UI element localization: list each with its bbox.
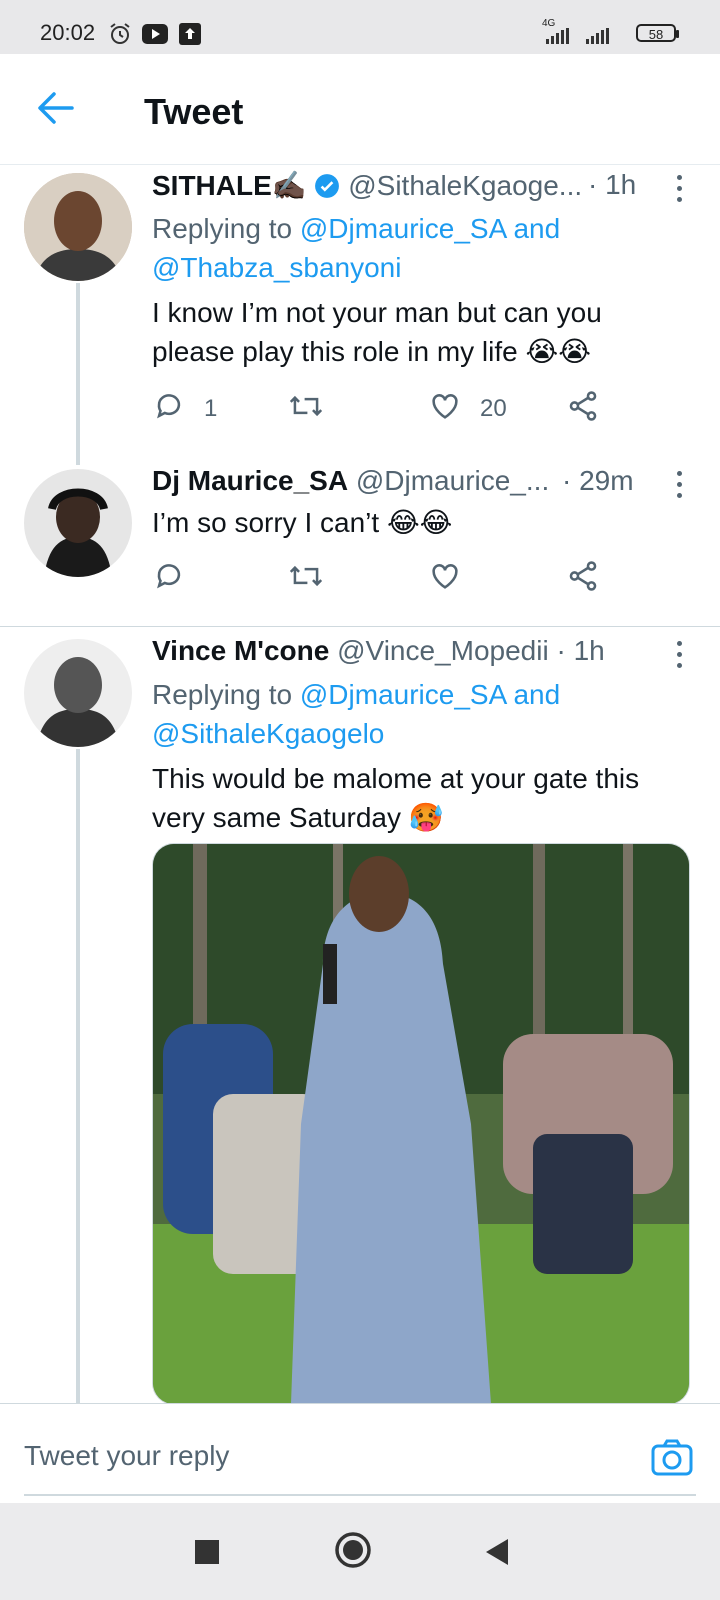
tweet-text-line: very same Saturday 🥵 (152, 802, 444, 833)
top-app-bar: Tweet (0, 54, 720, 165)
tweet-text-line: This would be malome at your gate this (152, 763, 640, 794)
replying-prefix: Replying to (152, 213, 293, 244)
system-nav-bar (0, 1503, 720, 1600)
avatar[interactable] (24, 639, 132, 747)
tweet-actions (152, 557, 612, 597)
replying-to: Replying to @Djmaurice_SA and @Thabza_sb… (152, 209, 692, 287)
tweet-text-line: I’m so sorry I can’t 😂😂 (152, 507, 453, 538)
tweet-text: This would be malome at your gate this v… (152, 759, 698, 837)
display-name[interactable]: Vince M'cone (152, 635, 329, 666)
tweet-text-line: I know I’m not your man but can you (152, 297, 602, 328)
tweet-vince[interactable]: Vince M'cone @Vince_Mopedii · 1h Replyin… (0, 631, 720, 1403)
page-title: Tweet (144, 91, 244, 132)
display-name[interactable]: SITHALE✍🏿 (152, 170, 307, 201)
reply-icon (157, 564, 181, 589)
tweet-time: · 1h (588, 169, 637, 200)
input-underline (24, 1494, 696, 1496)
display-name[interactable]: Dj Maurice_SA (152, 465, 348, 496)
more-icon[interactable] (677, 471, 685, 504)
status-time: 20:02 (40, 20, 96, 45)
mention-link[interactable]: @SithaleKgaogelo (152, 718, 384, 749)
tweet-photo[interactable] (152, 843, 690, 1403)
like-count: 20 (480, 395, 507, 422)
signal-icon (546, 28, 569, 44)
back-icon[interactable] (484, 1537, 510, 1567)
signal-icon (586, 28, 609, 44)
back-arrow-icon[interactable] (36, 90, 76, 126)
tweet-text: I know I’m not your man but can you plea… (152, 293, 698, 371)
share-icon (569, 391, 597, 421)
upload-icon (179, 23, 201, 45)
share-icon (569, 561, 597, 591)
tweet-text-line: please play this role in my life 😭😭 (152, 336, 591, 367)
reply-count: 1 (204, 395, 218, 422)
replying-prefix: Replying to (152, 679, 293, 710)
tweet-time: · 1h (556, 635, 605, 666)
battery-indicator: 58 (636, 24, 679, 42)
tweet-feed[interactable]: SITHALE✍🏿 @SithaleKgaoge... · 1h Replyin… (0, 165, 720, 1403)
tweet-text: I’m so sorry I can’t 😂😂 (152, 503, 698, 542)
mention-link[interactable]: @Thabza_sbanyoni (152, 252, 401, 283)
verified-icon (315, 174, 340, 198)
home-icon[interactable] (334, 1531, 372, 1569)
like-icon (432, 564, 458, 589)
like-icon (432, 394, 458, 419)
reply-input[interactable]: Tweet your reply (24, 1440, 229, 1472)
thread-line (76, 749, 80, 1403)
tweet-sithale[interactable]: SITHALE✍🏿 @SithaleKgaoge... · 1h Replyin… (0, 165, 720, 465)
avatar[interactable] (24, 469, 132, 577)
divider (0, 626, 720, 627)
mention-link[interactable]: @Djmaurice_SA and (300, 679, 560, 710)
retweet-icon (289, 395, 323, 417)
retweet-icon (289, 565, 323, 587)
mention-link[interactable]: @Djmaurice_SA and (300, 213, 560, 244)
user-handle: @SithaleKgaoge... (348, 170, 583, 201)
tweet-header: Vince M'cone @Vince_Mopedii · 1h (152, 635, 672, 675)
user-handle: @Djmaurice_... (355, 465, 550, 496)
tweet-time: · 29m (562, 465, 634, 496)
youtube-icon (142, 24, 168, 44)
alarm-icon (110, 23, 130, 44)
user-handle: @Vince_Mopedii (337, 635, 549, 666)
recents-icon[interactable] (194, 1539, 220, 1565)
reply-icon (157, 394, 181, 419)
thread-line (76, 283, 80, 465)
replying-to: Replying to @Djmaurice_SA and @SithaleKg… (152, 675, 692, 753)
status-bar: 20:02 4G 58 (0, 0, 720, 54)
reply-composer[interactable]: Tweet your reply (0, 1403, 720, 1504)
more-icon[interactable] (677, 641, 685, 674)
avatar[interactable] (24, 173, 132, 281)
camera-icon[interactable] (650, 1438, 694, 1478)
tweet-djmaurice[interactable]: Dj Maurice_SA @Djmaurice_... · 29m I’m s… (0, 461, 720, 613)
more-icon[interactable] (677, 175, 685, 208)
tweet-actions: 1 20 (152, 387, 612, 427)
